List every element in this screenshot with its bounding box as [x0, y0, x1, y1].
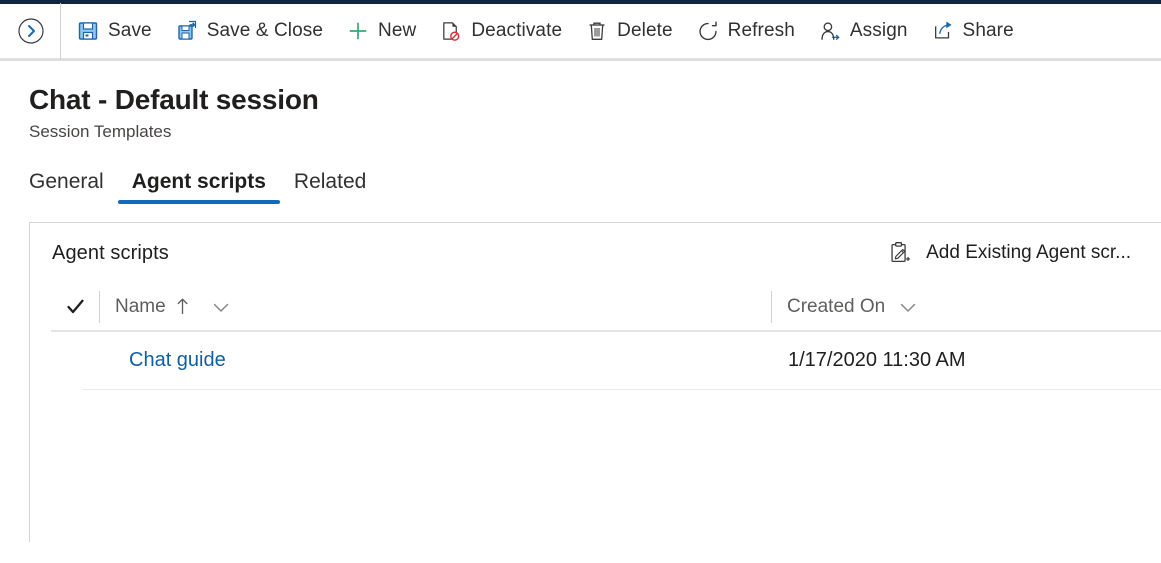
tab-strip: General Agent scripts Related [0, 164, 1161, 204]
sort-ascending-arrow-icon [175, 297, 190, 316]
column-header-created-on-label: Created On [787, 295, 886, 317]
page-title: Chat - Default session [29, 84, 319, 115]
trash-icon [586, 20, 608, 42]
save-and-close-button-label: Save & Close [206, 20, 324, 41]
table-row[interactable]: Chat guide 1/17/2020 11:30 AM [83, 332, 1161, 390]
command-bar: Save Save & Close New Deactivate Delete … [0, 2, 1161, 61]
cell-name: Chat guide [83, 349, 772, 372]
delete-button[interactable]: Delete [574, 9, 685, 53]
chevron-down-icon[interactable] [211, 300, 231, 314]
agent-scripts-card: Agent scripts Add Existing Agent scr... [29, 222, 1161, 542]
command-bar-divider [60, 2, 61, 60]
select-all-rows-checkbox[interactable] [51, 296, 99, 317]
delete-button-label: Delete [617, 20, 673, 41]
page-subtitle: Session Templates [29, 122, 172, 141]
deactivate-button[interactable]: Deactivate [428, 9, 574, 53]
refresh-button[interactable]: Refresh [685, 9, 807, 53]
save-button[interactable]: Save [65, 9, 164, 53]
share-button[interactable]: Share [920, 9, 1026, 53]
column-header-name[interactable]: Name [99, 290, 771, 323]
share-arrow-icon [932, 20, 954, 42]
tab-general[interactable]: General [29, 169, 118, 204]
column-header-created-on[interactable]: Created On [771, 290, 1071, 323]
save-and-close-button[interactable]: Save & Close [164, 9, 335, 53]
deactivate-button-label: Deactivate [471, 20, 563, 41]
save-and-close-icon [176, 20, 198, 42]
share-button-label: Share [962, 20, 1014, 41]
chevron-down-icon[interactable] [898, 300, 918, 314]
agent-script-link[interactable]: Chat guide [129, 349, 226, 371]
expand-panel-button[interactable] [10, 10, 52, 52]
save-floppy-icon [77, 20, 99, 42]
person-assign-icon [819, 20, 841, 42]
save-button-label: Save [108, 20, 152, 41]
card-title: Agent scripts [52, 241, 169, 264]
assign-button-label: Assign [849, 20, 908, 41]
add-existing-clipboard-icon [889, 241, 911, 264]
chevron-right-circle-icon [17, 17, 45, 45]
page-header: Chat - Default session Session Templates [0, 61, 1161, 143]
checkmark-icon [65, 296, 86, 317]
deactivate-page-block-icon [440, 20, 462, 42]
grid-header-row: Name Created On [51, 283, 1161, 332]
new-button[interactable]: New [335, 9, 428, 53]
add-existing-agent-script-button[interactable]: Add Existing Agent scr... [881, 236, 1139, 270]
column-header-name-label: Name [115, 295, 166, 317]
add-existing-agent-script-label: Add Existing Agent scr... [926, 242, 1131, 263]
card-header: Agent scripts Add Existing Agent scr... [30, 223, 1161, 283]
new-button-label: New [378, 20, 417, 41]
tab-agent-scripts[interactable]: Agent scripts [117, 169, 281, 204]
refresh-button-label: Refresh [727, 20, 795, 41]
refresh-circular-arrow-icon [697, 20, 719, 42]
tab-related[interactable]: Related [280, 169, 380, 204]
cell-created-on: 1/17/2020 11:30 AM [788, 349, 966, 371]
assign-button[interactable]: Assign [807, 9, 920, 53]
plus-icon [347, 20, 369, 42]
agent-scripts-grid: Name Created On Chat guide 1/17/2020 11:… [30, 283, 1161, 390]
